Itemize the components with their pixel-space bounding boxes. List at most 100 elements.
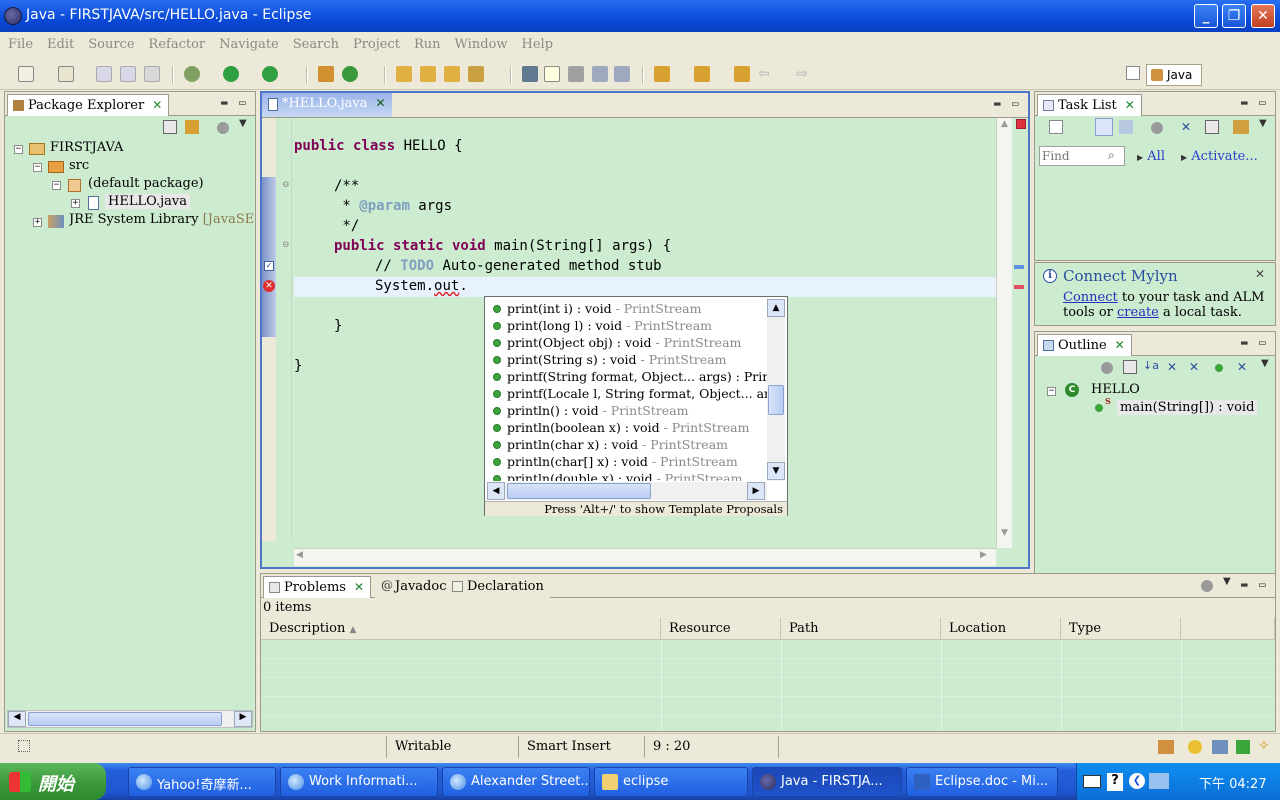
code-line-todo[interactable]: // TODO Auto-generated method stub <box>375 258 662 274</box>
menu-source[interactable]: Source <box>88 32 134 52</box>
back-icon[interactable]: ⇦ <box>758 66 774 82</box>
tree-project[interactable]: FIRSTJAVA <box>50 140 123 155</box>
chevron-down-icon[interactable]: ▼ <box>239 118 247 129</box>
run-external-icon[interactable] <box>262 66 278 82</box>
fast-view-icon[interactable] <box>18 740 30 752</box>
code-line-main[interactable]: public static void main(String[] args) { <box>334 238 671 254</box>
column-path[interactable]: Path <box>781 618 941 640</box>
expand-toggle-icon[interactable]: + <box>71 199 80 208</box>
open-perspective-icon[interactable] <box>1126 66 1140 80</box>
toggle-breadcrumb-icon[interactable] <box>522 66 538 82</box>
tab-declaration[interactable]: Declaration <box>447 576 550 598</box>
tree-default-package[interactable]: (default package) <box>88 176 204 191</box>
proposal-vertical-scrollbar[interactable]: ▲ ▼ <box>767 299 785 481</box>
proposal-horizontal-scrollbar[interactable]: ◀ ▶ <box>487 482 767 500</box>
tree-jre-library[interactable]: JRE System Library [JavaSE-1.6] <box>69 212 255 227</box>
task-find-input[interactable] <box>1042 148 1106 164</box>
all-filter-link[interactable]: ▶ All <box>1137 149 1165 164</box>
tab-package-explorer[interactable]: Package Explorer ✕ <box>7 94 170 116</box>
taskbar-item-java-eclipse[interactable]: Java - FIRSTJA... <box>752 767 902 797</box>
close-tab-icon[interactable]: ✕ <box>152 98 162 112</box>
task-progress-icon[interactable] <box>1158 740 1174 754</box>
scheduled-icon[interactable] <box>1119 120 1133 134</box>
close-icon[interactable]: ✕ <box>1255 267 1265 281</box>
code-line-javadoc-open[interactable]: /** <box>334 178 359 194</box>
code-line-javadoc-param[interactable]: * @param args <box>334 198 452 214</box>
taskbar-item-yahoo[interactable]: Yahoo!奇摩新... <box>128 767 276 797</box>
new-icon[interactable] <box>18 66 34 82</box>
keyboard-icon[interactable] <box>1083 775 1101 788</box>
collapse-toggle-icon[interactable]: − <box>52 181 61 190</box>
open-type-icon[interactable] <box>396 66 412 82</box>
proposal-item[interactable]: println(char[] x) : void - PrintStream <box>493 454 738 469</box>
hide-non-public-icon[interactable] <box>1215 364 1223 372</box>
forward-icon[interactable]: ⇨ <box>796 66 812 82</box>
maximize-view-icon[interactable]: ▭ <box>239 96 246 109</box>
menu-project[interactable]: Project <box>353 32 400 52</box>
taskbar-item-eclipse-folder[interactable]: eclipse <box>594 767 748 797</box>
maximize-view-icon[interactable]: ▭ <box>1259 578 1266 591</box>
previous-annotation-icon[interactable] <box>694 66 710 82</box>
editor-horizontal-scrollbar[interactable]: ◀ ▶ <box>294 548 996 566</box>
sort-icon[interactable]: ↓a <box>1143 359 1159 372</box>
menu-run[interactable]: Run <box>414 32 441 52</box>
collapse-all-icon[interactable] <box>1123 360 1137 374</box>
collapse-toggle-icon[interactable]: − <box>1047 387 1056 396</box>
chevron-down-icon[interactable]: ▼ <box>1261 358 1269 369</box>
tree-src[interactable]: src <box>69 158 89 173</box>
scroll-left-icon[interactable]: ◀ <box>487 482 505 500</box>
proposal-item[interactable]: println(char x) : void - PrintStream <box>493 437 728 452</box>
proposal-item[interactable]: print(Object obj) : void - PrintStream <box>493 335 741 350</box>
focus-icon[interactable] <box>1101 362 1113 374</box>
fold-toggle-icon[interactable]: ⊖ <box>282 240 290 250</box>
outline-class-hello[interactable]: HELLO <box>1091 382 1140 397</box>
tab-task-list[interactable]: Task List ✕ <box>1037 94 1142 116</box>
help-icon[interactable]: ? <box>1107 773 1123 791</box>
close-tab-icon[interactable]: ✕ <box>1115 338 1125 352</box>
synchronize-icon[interactable] <box>1233 120 1249 134</box>
minimize-editor-icon[interactable]: ▬ <box>994 97 1001 110</box>
link-editor-icon[interactable] <box>185 120 199 134</box>
scroll-left-icon[interactable]: ◀ <box>296 550 303 560</box>
scroll-thumb[interactable] <box>507 483 651 499</box>
menu-edit[interactable]: Edit <box>47 32 74 52</box>
close-button[interactable]: ✕ <box>1251 4 1275 28</box>
menu-navigate[interactable]: Navigate <box>219 32 279 52</box>
proposal-item[interactable]: println(boolean x) : void - PrintStream <box>493 420 749 435</box>
new-class-icon[interactable] <box>342 66 358 82</box>
new-project-icon[interactable] <box>58 66 74 82</box>
last-edit-location-icon[interactable] <box>734 66 750 82</box>
proposal-item[interactable]: print(String s) : void - PrintStream <box>493 352 726 367</box>
search-icon[interactable] <box>468 66 484 82</box>
menu-refactor[interactable]: Refactor <box>149 32 206 52</box>
hide-completed-icon[interactable]: ✕ <box>1181 120 1195 134</box>
column-description[interactable]: Description ▲ <box>261 618 661 640</box>
categorized-icon[interactable] <box>1095 118 1113 136</box>
view-menu-icon[interactable] <box>1201 580 1213 592</box>
task-overview-mark[interactable] <box>1014 265 1024 269</box>
hide-local-types-icon[interactable]: ✕ <box>1237 360 1247 374</box>
code-line-system-out[interactable]: System.out. <box>375 278 468 294</box>
proposal-item[interactable]: print(int i) : void - PrintStream <box>493 301 702 316</box>
scroll-left-icon[interactable]: ◀ <box>8 711 26 727</box>
minimize-view-icon[interactable]: ▬ <box>1241 96 1248 109</box>
code-line-javadoc-close[interactable]: */ <box>334 218 359 234</box>
minimize-view-icon[interactable]: ▬ <box>1241 336 1248 349</box>
minimize-button[interactable]: _ <box>1194 4 1218 28</box>
close-tab-icon[interactable]: ✕ <box>1125 98 1135 112</box>
scroll-up-icon[interactable]: ▲ <box>998 119 1011 133</box>
column-type[interactable]: Type <box>1061 618 1181 640</box>
horizontal-scrollbar[interactable]: ◀ ▶ <box>7 710 253 728</box>
problems-table-body[interactable] <box>261 640 1275 731</box>
save-all-icon[interactable] <box>120 66 136 82</box>
chevron-left-icon[interactable]: ❮ <box>1129 773 1145 789</box>
hide-static-icon[interactable]: ✕ <box>1189 360 1199 374</box>
error-overview-icon[interactable] <box>1016 119 1026 129</box>
debug-icon[interactable] <box>184 66 200 82</box>
maximize-editor-icon[interactable]: ▭ <box>1012 97 1019 110</box>
minimize-view-icon[interactable]: ▬ <box>221 96 228 109</box>
network-icon[interactable] <box>1149 773 1169 789</box>
tip-icon[interactable] <box>1188 740 1202 754</box>
collapse-all-icon[interactable] <box>1205 120 1219 134</box>
chevron-down-icon[interactable]: ▼ <box>1223 576 1231 587</box>
